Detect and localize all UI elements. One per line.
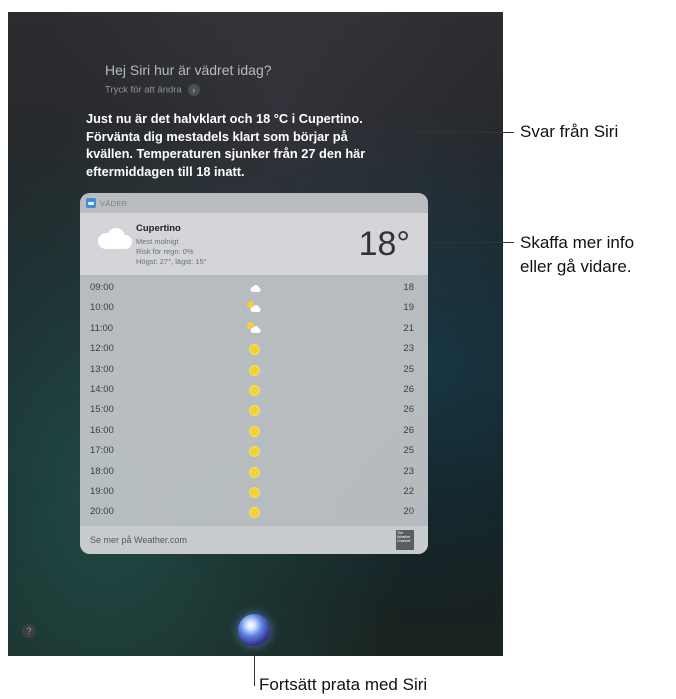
weather-com-link[interactable]: Se mer på Weather.com (90, 535, 187, 545)
hourly-row: 09:00 18 (80, 279, 428, 299)
callout-line-card (428, 242, 514, 243)
cloud-icon (98, 228, 132, 249)
current-temperature: 18° (358, 225, 410, 263)
callout-siri-button: Fortsätt prata med Siri (259, 675, 428, 694)
callout-card-line2: eller gå vidare. (520, 257, 632, 276)
tap-to-edit-label: Tryck för att ändra (105, 84, 182, 96)
hourly-row: 17:00 25 (80, 442, 428, 462)
callout-line-answer (412, 132, 514, 133)
siri-answer-text: Just nu är det halvklart och 18 °C i Cup… (86, 111, 366, 179)
siri-button[interactable] (238, 614, 270, 646)
hour-temperature: 19 (403, 302, 414, 314)
sun-icon (246, 342, 262, 356)
callout-line-siri (254, 648, 255, 686)
hour-temperature: 25 (403, 445, 414, 457)
hour-time: 16:00 (90, 424, 114, 436)
hourly-row: 14:00 26 (80, 381, 428, 401)
siri-query-text[interactable]: Hej Siri hur är vädret idag? (105, 62, 272, 78)
rain-chance-text: Risk för regn: 0% (136, 247, 194, 256)
hour-temperature: 21 (403, 322, 414, 334)
hour-time: 15:00 (90, 404, 114, 416)
hourly-row: 12:00 23 (80, 340, 428, 360)
hour-temperature: 26 (403, 424, 414, 436)
hour-temperature: 23 (403, 465, 414, 477)
weather-card-header: VÄDER (80, 193, 428, 213)
sun-icon (246, 485, 262, 499)
sun-icon (246, 363, 262, 377)
weather-summary: Cupertino Mest molnigt Risk för regn: 0%… (80, 213, 428, 276)
hour-time: 17:00 (90, 445, 114, 457)
hour-temperature: 26 (403, 384, 414, 395)
sun-icon (246, 505, 262, 519)
hour-temperature: 20 (403, 506, 414, 518)
siri-screen: Hej Siri hur är vädret idag? Tryck för a… (8, 12, 503, 656)
hour-temperature: 22 (403, 486, 414, 497)
weather-app-name: VÄDER (100, 198, 128, 208)
callout-card-line1: Skaffa mer info (520, 233, 635, 252)
hour-time: 09:00 (90, 282, 114, 293)
hour-temperature: 18 (403, 282, 414, 293)
hourly-row: 15:00 26 (80, 401, 428, 421)
hourly-row: 16:00 26 (80, 422, 428, 442)
callout-answer: Svar från Siri (520, 122, 619, 141)
hourly-row: 18:00 23 (80, 463, 428, 483)
weather-channel-logo: The Weather Channel (396, 530, 414, 550)
hour-temperature: 23 (403, 343, 414, 355)
tap-to-edit-hint[interactable]: Tryck för att ändra › (105, 84, 200, 96)
hour-time: 11:00 (90, 322, 114, 334)
city-name: Cupertino (136, 223, 181, 234)
sun-icon (246, 403, 262, 417)
hourly-row: 19:00 22 (80, 483, 428, 503)
weather-app-icon (86, 198, 96, 208)
high-low-text: Högst: 27°, lägst: 15° (136, 257, 207, 266)
sun-icon (246, 444, 262, 458)
hour-time: 12:00 (90, 343, 114, 355)
cloud-icon (246, 281, 262, 295)
hour-temperature: 25 (403, 363, 414, 375)
hour-time: 14:00 (90, 384, 114, 395)
partly-sunny-icon (246, 321, 262, 336)
sun-icon (246, 465, 262, 479)
hour-time: 13:00 (90, 363, 114, 375)
weather-card[interactable]: VÄDER Cupertino Mest molnigt Risk för re… (80, 193, 428, 554)
hourly-row: 11:00 21 (80, 320, 428, 340)
condition-text: Mest molnigt (136, 237, 179, 246)
weather-card-footer[interactable]: Se mer på Weather.com The Weather Channel (80, 525, 428, 554)
hour-time: 20:00 (90, 506, 114, 518)
sun-icon (246, 424, 262, 438)
hourly-row: 10:00 19 (80, 299, 428, 319)
hour-time: 19:00 (90, 486, 114, 497)
hourly-row: 13:00 25 (80, 361, 428, 381)
hour-temperature: 26 (403, 404, 414, 416)
sun-icon (246, 383, 262, 397)
hourly-row: 20:00 20 (80, 503, 428, 523)
help-button[interactable]: ? (22, 624, 36, 638)
chevron-right-icon: › (187, 84, 200, 96)
hour-time: 10:00 (90, 302, 114, 314)
hour-time: 18:00 (90, 465, 114, 477)
partly-sunny-icon (246, 301, 262, 315)
